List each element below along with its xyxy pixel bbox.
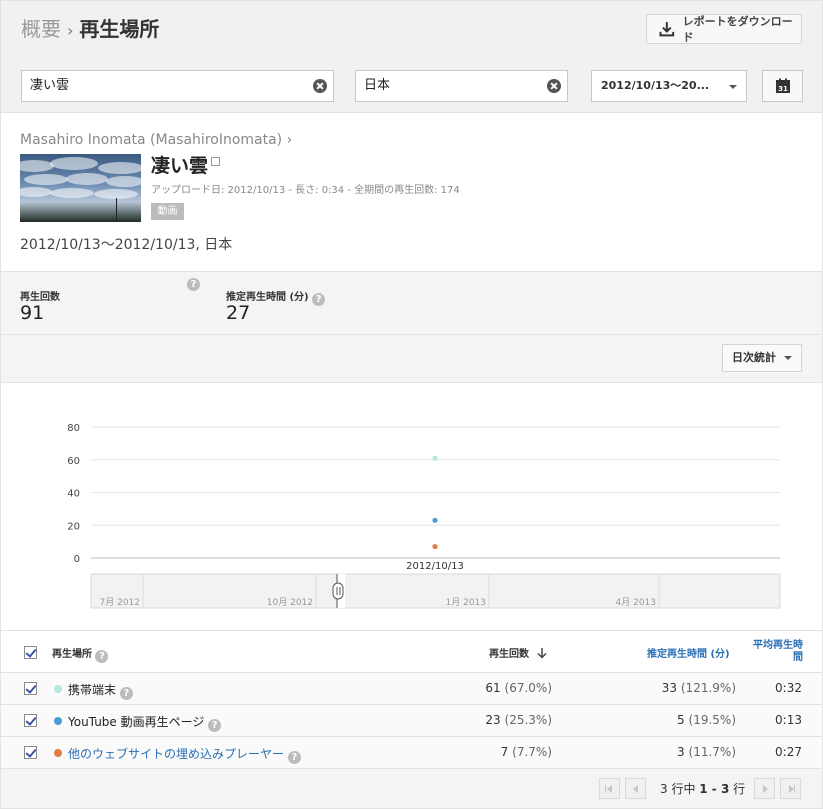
row-views: 7 (7.7%) xyxy=(500,745,552,759)
content-filter-value: 凄い雲 xyxy=(30,78,70,93)
chevron-down-icon xyxy=(784,356,792,360)
table-row[interactable]: 他のウェブサイトの埋め込みプレーヤー ? 7 (7.7%) 3 (11.7%) 0:2… xyxy=(1,737,822,769)
table-row[interactable]: 携帯端末 ? 61 (67.0%) 33 (121.9%) 0:32 xyxy=(1,673,822,705)
watch-metric-value: 27 xyxy=(226,302,251,324)
location-help-icon[interactable]: ? xyxy=(95,650,109,663)
row-location-name[interactable]: YouTube 動画再生ページ ? xyxy=(68,713,222,732)
data-point-series-1[interactable] xyxy=(432,517,438,523)
clear-content-icon[interactable] xyxy=(313,79,327,93)
row-views: 23 (25.3%) xyxy=(485,713,552,727)
timeline-label: 1月 2013 xyxy=(446,597,487,608)
chevron-down-icon xyxy=(729,85,737,89)
pagination-info: 3 行中 1 - 3 行 xyxy=(660,782,746,796)
timeline-label: 4月 2013 xyxy=(616,597,657,608)
video-thumbnail[interactable] xyxy=(20,154,141,222)
row-watch: 33 (121.9%) xyxy=(661,681,736,695)
series-color-dot xyxy=(54,717,62,725)
row-avg: 0:13 xyxy=(775,713,802,727)
video-type-badge: 動画 xyxy=(151,203,184,220)
row-avg: 0:27 xyxy=(775,745,802,759)
breadcrumb: 概要 › 再生場所 xyxy=(21,16,159,44)
external-link-icon[interactable] xyxy=(211,157,221,166)
prev-page-button[interactable] xyxy=(625,778,646,799)
data-point-series-2[interactable] xyxy=(432,543,438,550)
download-icon xyxy=(659,22,675,37)
row-watch: 5 (19.5%) xyxy=(677,713,736,727)
row-checkbox[interactable] xyxy=(24,714,37,727)
last-page-button[interactable] xyxy=(780,778,801,799)
calendar-day-text: 31 xyxy=(778,85,788,93)
pagination-bar: 3 行中 1 - 3 行 xyxy=(1,769,822,808)
y-tick-label: 80 xyxy=(67,423,80,434)
row-help-icon[interactable]: ? xyxy=(119,687,133,700)
date-range-dropdown[interactable]: 2012/10/13〜20... xyxy=(591,70,747,102)
granularity-label: 日次統計 xyxy=(732,351,776,364)
video-title-text: 凄い雲 xyxy=(151,155,209,177)
breadcrumb-root-link[interactable]: 概要 xyxy=(21,17,61,41)
first-page-button[interactable] xyxy=(599,778,620,799)
region-filter-value: 日本 xyxy=(364,78,391,93)
row-checkbox[interactable] xyxy=(24,682,37,695)
page-title: 再生場所 xyxy=(79,17,160,41)
col-watch-header[interactable]: 推定再生時間 (分) xyxy=(647,645,730,660)
col-avg-header[interactable]: 平均再生時間 xyxy=(749,640,803,664)
timeline-handle[interactable] xyxy=(332,582,344,600)
row-location-name[interactable]: 他のウェブサイトの埋め込みプレーヤー ? xyxy=(68,745,301,764)
chart-svg: 80 60 40 20 0 2012/10/13 7月 2012 10月 2012 1月 2… xyxy=(67,423,781,609)
select-all-checkbox[interactable] xyxy=(24,646,37,659)
chart-controls: 日次統計 xyxy=(1,335,822,383)
download-report-label: レポートをダウンロード xyxy=(682,15,793,44)
report-range-text: 2012/10/13〜2012/10/13, 日本 xyxy=(20,237,233,253)
line-chart: 80 60 40 20 0 2012/10/13 7月 2012 10月 2012 1月 2… xyxy=(1,384,822,630)
data-point-series-0[interactable] xyxy=(432,455,438,461)
granularity-dropdown[interactable]: 日次統計 xyxy=(722,344,802,372)
y-tick-label: 20 xyxy=(67,521,80,532)
row-checkbox[interactable] xyxy=(24,746,37,759)
col-views-header[interactable]: 再生回数 xyxy=(489,645,548,660)
watch-help-icon[interactable]: ? xyxy=(312,293,326,306)
row-watch: 3 (11.7%) xyxy=(677,745,736,759)
calendar-icon: 31 xyxy=(775,78,790,93)
download-report-button[interactable]: レポートをダウンロード xyxy=(646,14,802,44)
breadcrumb-separator: › xyxy=(67,21,74,40)
views-metric-label: 再生回数 xyxy=(20,292,60,303)
timeline-navigator[interactable] xyxy=(90,573,781,609)
row-help-icon[interactable]: ? xyxy=(208,719,222,732)
clear-region-icon[interactable] xyxy=(547,79,561,93)
y-tick-label: 40 xyxy=(67,489,80,500)
series-color-dot xyxy=(54,685,62,693)
next-page-button[interactable] xyxy=(754,778,775,799)
row-views: 61 (67.0%) xyxy=(485,681,552,695)
channel-link[interactable]: Masahiro Inomata (MasahiroInomata) › xyxy=(20,132,292,148)
date-range-label: 2012/10/13〜20... xyxy=(601,79,710,92)
table-header: 再生場所 ? 再生回数 推定再生時間 (分) 平均再生時間 xyxy=(1,631,822,673)
row-avg: 0:32 xyxy=(775,681,802,695)
row-help-icon[interactable]: ? xyxy=(287,751,301,764)
table-row[interactable]: YouTube 動画再生ページ ? 23 (25.3%) 5 (19.5%) 0:13 xyxy=(1,705,822,737)
content-filter-input[interactable]: 凄い雲 xyxy=(21,70,334,102)
page-header: 概要 › 再生場所 レポートをダウンロード 凄い雲 日本 2012/10/13〜20… xyxy=(1,1,822,113)
col-location-header[interactable]: 再生場所 ? xyxy=(52,645,109,663)
calendar-button[interactable]: 31 xyxy=(762,70,803,102)
row-location-name[interactable]: 携帯端末 ? xyxy=(68,681,133,700)
views-help-icon[interactable]: ? xyxy=(187,278,200,291)
data-table: 再生場所 ? 再生回数 推定再生時間 (分) 平均再生時間 携帯端末 ? 61 (… xyxy=(1,630,822,769)
timeline-label: 10月 2012 xyxy=(267,597,313,608)
video-title[interactable]: 凄い雲 xyxy=(151,151,221,178)
video-meta: アップロード日: 2012/10/13 - 長さ: 0:34 - 全期間の再生回… xyxy=(151,185,460,196)
y-tick-label: 0 xyxy=(74,554,80,565)
x-axis-label: 2012/10/13 xyxy=(406,561,464,572)
metrics-bar: 再生回数 ? 91 推定再生時間 (分) ? 27 xyxy=(1,271,822,335)
y-tick-label: 60 xyxy=(67,456,80,467)
timeline-label: 7月 2012 xyxy=(100,597,141,608)
series-color-dot xyxy=(54,749,62,757)
views-metric-value: 91 xyxy=(20,302,45,324)
sort-down-icon xyxy=(537,648,548,659)
region-filter-input[interactable]: 日本 xyxy=(355,70,568,102)
